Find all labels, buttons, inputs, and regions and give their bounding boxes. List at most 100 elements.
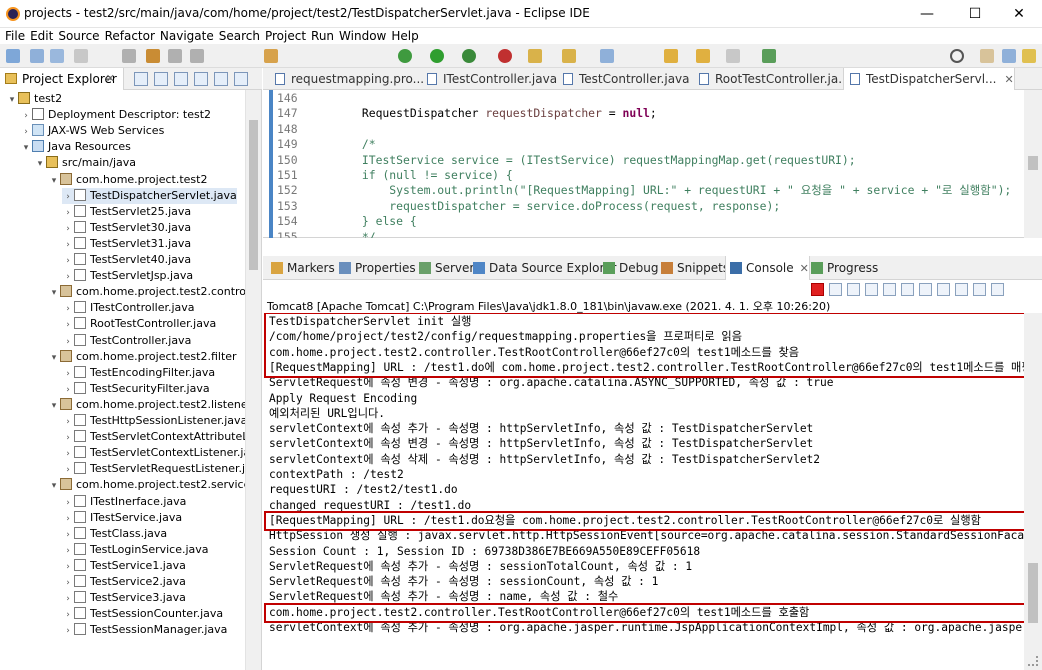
- remove-all-icon[interactable]: [847, 283, 860, 296]
- menu-help[interactable]: Help: [386, 28, 418, 44]
- chevron-down-icon[interactable]: ▾: [48, 478, 60, 494]
- terminate-icon[interactable]: [190, 49, 204, 63]
- word-wrap-icon[interactable]: [901, 283, 914, 296]
- editor-tab[interactable]: TestController.java: [557, 68, 690, 90]
- tree-item[interactable]: › TestService3.java: [62, 590, 186, 606]
- tree-item[interactable]: › TestSessionCounter.java: [62, 606, 223, 622]
- chevron-right-icon[interactable]: ›: [62, 205, 74, 221]
- editor-tab[interactable]: TestDispatcherServl... ✕: [843, 68, 1015, 90]
- tree-item[interactable]: ▾ com.home.project.test2.filter: [48, 349, 237, 365]
- menu-file[interactable]: File: [0, 28, 25, 44]
- scrollbar-thumb[interactable]: [1028, 563, 1038, 623]
- tab-markers[interactable]: Markers: [267, 256, 335, 280]
- chevron-down-icon[interactable]: ▾: [6, 92, 18, 108]
- maximize-view-icon[interactable]: [234, 71, 248, 86]
- tree-item[interactable]: › ITestInerface.java: [62, 494, 186, 510]
- editor-tab[interactable]: requestmapping.pro...: [269, 68, 424, 90]
- tree-item[interactable]: ▾ Java Resources: [20, 139, 131, 155]
- chevron-right-icon[interactable]: ›: [62, 301, 74, 317]
- console-output[interactable]: TestDispatcherServlet init 실행/com/home/p…: [263, 313, 1024, 670]
- editor-scrollbar[interactable]: [1024, 90, 1042, 238]
- resume-icon[interactable]: [146, 49, 160, 63]
- tab-data-source-explorer[interactable]: Data Source Explorer: [469, 256, 616, 280]
- link-editor-icon[interactable]: [154, 71, 168, 86]
- chevron-right-icon[interactable]: ›: [62, 221, 74, 237]
- skip-breakpoints-icon[interactable]: [122, 49, 136, 63]
- editor-tab[interactable]: ITestController.java: [421, 68, 557, 90]
- view-menu-icon[interactable]: [194, 71, 208, 86]
- new-icon[interactable]: [6, 49, 20, 63]
- open-console-icon[interactable]: [991, 283, 1004, 296]
- tree-item[interactable]: › TestServletRequestListener.java: [62, 461, 246, 477]
- tree-item[interactable]: › TestClass.java: [62, 526, 167, 542]
- scroll-lock-icon[interactable]: [883, 283, 896, 296]
- forward-icon[interactable]: [726, 49, 740, 63]
- menu-refactor[interactable]: Refactor: [100, 28, 155, 44]
- debug-perspective-icon[interactable]: [1022, 49, 1036, 63]
- chevron-right-icon[interactable]: ›: [62, 495, 74, 511]
- tree-item[interactable]: › TestSecurityFilter.java: [62, 381, 210, 397]
- step-over-icon[interactable]: [264, 49, 278, 63]
- chevron-right-icon[interactable]: ›: [62, 511, 74, 527]
- chevron-down-icon[interactable]: ▾: [48, 398, 60, 414]
- scrollbar-thumb[interactable]: [1028, 156, 1038, 170]
- open-perspective-icon[interactable]: [980, 49, 994, 63]
- chevron-down-icon[interactable]: ▾: [48, 173, 60, 189]
- tree-item[interactable]: › ITestController.java: [62, 300, 195, 316]
- menu-project[interactable]: Project: [260, 28, 306, 44]
- chevron-right-icon[interactable]: ›: [62, 414, 74, 430]
- search-toolbar-icon[interactable]: [600, 49, 614, 63]
- search-icon[interactable]: [950, 49, 964, 63]
- tree-item[interactable]: › TestService2.java: [62, 574, 186, 590]
- chevron-right-icon[interactable]: ›: [62, 607, 74, 623]
- chevron-down-icon[interactable]: ▾: [20, 140, 32, 156]
- new-java-project-icon[interactable]: [528, 49, 542, 63]
- tree-item[interactable]: › TestServletJsp.java: [62, 268, 193, 284]
- suspend-icon[interactable]: [168, 49, 182, 63]
- chevron-right-icon[interactable]: ›: [62, 446, 74, 462]
- chevron-down-icon[interactable]: ▾: [48, 285, 60, 301]
- tree-item[interactable]: › TestServletContextListener.java: [62, 445, 246, 461]
- chevron-right-icon[interactable]: ›: [62, 559, 74, 575]
- tree-item[interactable]: › TestDispatcherServlet.java: [62, 187, 237, 204]
- chevron-right-icon[interactable]: ›: [62, 575, 74, 591]
- display-console-icon[interactable]: [973, 283, 986, 296]
- chevron-down-icon[interactable]: ▾: [34, 156, 46, 172]
- tree-item[interactable]: › RootTestController.java: [62, 316, 216, 332]
- tree-item[interactable]: › TestServlet30.java: [62, 220, 191, 236]
- close-icon[interactable]: ✕: [106, 68, 115, 90]
- save-all-icon[interactable]: [50, 49, 64, 63]
- external-tools-icon[interactable]: [498, 49, 512, 63]
- filter-icon[interactable]: [174, 71, 188, 86]
- clear-console-icon[interactable]: [865, 283, 878, 296]
- tree-item[interactable]: ▾ com.home.project.test2.controller: [48, 284, 246, 300]
- menu-edit[interactable]: Edit: [25, 28, 53, 44]
- coverage-icon[interactable]: [462, 49, 476, 63]
- menu-search[interactable]: Search: [214, 28, 260, 44]
- chevron-right-icon[interactable]: ›: [62, 382, 74, 398]
- print-icon[interactable]: [74, 49, 88, 63]
- save-icon[interactable]: [30, 49, 44, 63]
- console-scrollbar[interactable]: [1024, 313, 1042, 670]
- scrollbar-thumb[interactable]: [249, 120, 258, 270]
- chevron-right-icon[interactable]: ›: [62, 591, 74, 607]
- chevron-right-icon[interactable]: ›: [62, 366, 74, 382]
- chevron-right-icon[interactable]: ›: [62, 237, 74, 253]
- chevron-down-icon[interactable]: ▾: [48, 350, 60, 366]
- open-type-icon[interactable]: [562, 49, 576, 63]
- code-area[interactable]: 146 147 RequestDispatcher requestDispatch…: [263, 90, 1042, 238]
- chevron-right-icon[interactable]: ›: [62, 543, 74, 559]
- tree-item[interactable]: › TestController.java: [62, 333, 191, 349]
- chevron-right-icon[interactable]: ›: [62, 430, 74, 446]
- menu-run[interactable]: Run: [306, 28, 334, 44]
- chevron-right-icon[interactable]: ›: [62, 317, 74, 333]
- tree-item[interactable]: › TestServlet31.java: [62, 236, 191, 252]
- remove-launch-icon[interactable]: [829, 283, 842, 296]
- collapse-all-icon[interactable]: [134, 71, 148, 86]
- tab-snippets[interactable]: Snippets: [657, 256, 729, 280]
- chevron-right-icon[interactable]: ›: [20, 124, 32, 140]
- chevron-right-icon[interactable]: ›: [62, 253, 74, 269]
- explorer-scrollbar[interactable]: [245, 90, 261, 670]
- run-icon[interactable]: [430, 49, 444, 63]
- show-on-stderr-icon[interactable]: [937, 283, 950, 296]
